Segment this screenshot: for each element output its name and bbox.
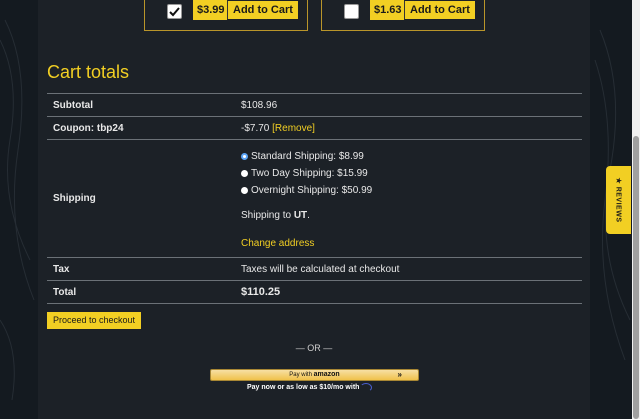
change-address-link[interactable]: Change address — [241, 238, 576, 254]
total-label: Total — [47, 280, 235, 304]
coupon-value: -$7.70 — [241, 122, 270, 134]
checkmark-icon — [169, 7, 180, 17]
shipping-destination: Shipping to UT. — [241, 209, 310, 221]
add-to-cart-button-1[interactable]: Add to Cart — [227, 0, 299, 20]
financing-logo-icon[interactable] — [360, 383, 372, 392]
shipping-option-overnight[interactable]: Overnight Shipping: $50.99 — [241, 182, 576, 199]
page-scrollbar[interactable] — [632, 0, 640, 419]
remove-coupon-link[interactable]: [Remove] — [272, 123, 315, 134]
cart-totals-table: Subtotal $108.96 Coupon: tbp24 -$7.70 [R… — [47, 93, 582, 304]
radio-icon[interactable] — [241, 169, 248, 177]
tax-label: Tax — [47, 257, 235, 281]
shipping-label: Shipping — [47, 139, 235, 258]
amazon-logo: amazon — [313, 371, 340, 378]
upsell-price-2: $1.63 — [370, 0, 406, 20]
shipping-row: Shipping Standard Shipping: $8.99 Two Da… — [47, 139, 582, 258]
upsell-checkbox-2[interactable] — [344, 4, 359, 19]
or-divider: — OR — — [295, 343, 333, 353]
radio-selected-icon[interactable] — [241, 152, 248, 160]
add-to-cart-button-2[interactable]: Add to Cart — [404, 0, 476, 20]
shipping-option-standard[interactable]: Standard Shipping: $8.99 — [241, 148, 576, 165]
amazon-pay-button[interactable]: Pay with amazon » — [210, 369, 419, 381]
coupon-row: Coupon: tbp24 -$7.70 [Remove] — [47, 116, 582, 140]
reviews-tab[interactable]: ★ REVIEWS — [606, 166, 631, 234]
cart-content: $3.99 Add to Cart $1.63 Add to Cart Cart… — [38, 0, 590, 419]
subtotal-label: Subtotal — [47, 93, 235, 117]
upsell-product-1: $3.99 Add to Cart — [144, 0, 308, 31]
coupon-label: Coupon: tbp24 — [47, 116, 235, 140]
chevron-right-icon: » — [397, 370, 402, 379]
total-row: Total $110.25 — [47, 280, 582, 304]
proceed-to-checkout-button[interactable]: Proceed to checkout — [47, 312, 142, 329]
shipping-cell: Standard Shipping: $8.99 Two Day Shippin… — [235, 139, 582, 258]
financing-message: Pay now or as low as $10/mo with — [247, 384, 360, 391]
cart-totals-title: Cart totals — [47, 62, 130, 82]
tax-row: Tax Taxes will be calculated at checkout — [47, 257, 582, 281]
upsell-checkbox-1[interactable] — [167, 4, 182, 19]
upsell-price-1: $3.99 — [193, 0, 229, 20]
total-value: $110.25 — [235, 280, 582, 304]
subtotal-row: Subtotal $108.96 — [47, 93, 582, 117]
scrollbar-thumb[interactable] — [633, 136, 639, 419]
subtotal-value: $108.96 — [235, 93, 582, 117]
coupon-cell: -$7.70 [Remove] — [235, 116, 582, 140]
radio-icon[interactable] — [241, 186, 248, 194]
reviews-tab-label: ★ REVIEWS — [614, 177, 622, 223]
shipping-option-two-day[interactable]: Two Day Shipping: $15.99 — [241, 165, 576, 182]
tax-value: Taxes will be calculated at checkout — [235, 257, 582, 281]
upsell-product-2: $1.63 Add to Cart — [321, 0, 485, 31]
